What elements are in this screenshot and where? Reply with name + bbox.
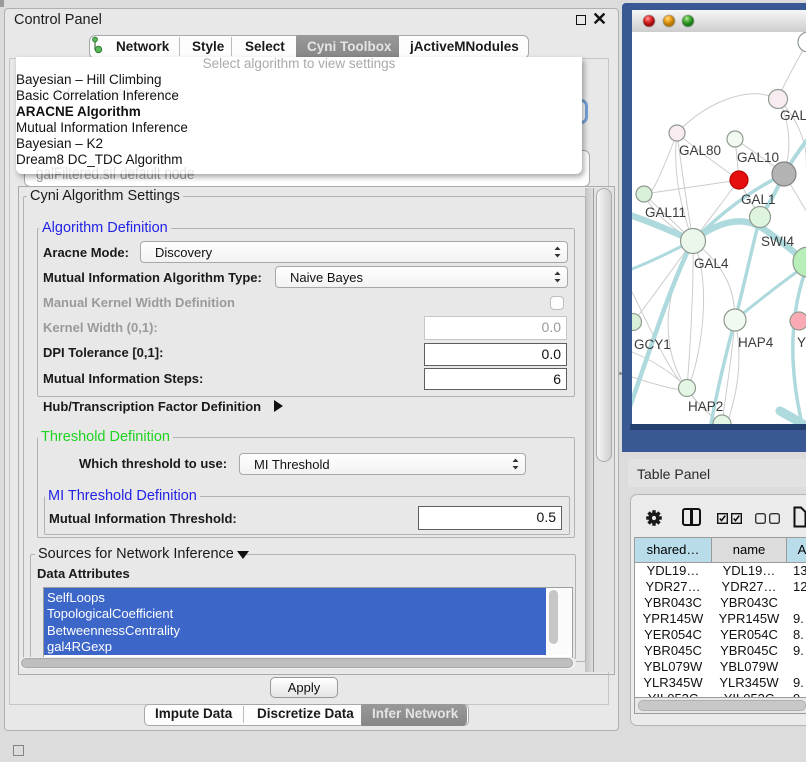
svg-text:GAL80: GAL80 <box>679 143 721 158</box>
svg-text:GAL11: GAL11 <box>645 205 686 220</box>
svg-text:GAL1: GAL1 <box>741 192 776 207</box>
svg-text:HAP4: HAP4 <box>738 335 774 350</box>
svg-text:GAL4: GAL4 <box>694 256 729 271</box>
svg-text:HAP2: HAP2 <box>688 399 723 414</box>
svg-text:YM: YM <box>797 335 806 350</box>
svg-text:GCY1: GCY1 <box>634 337 671 352</box>
svg-text:GAL7: GAL7 <box>780 108 806 123</box>
svg-text:GAL10: GAL10 <box>737 150 779 165</box>
svg-text:SWI4: SWI4 <box>761 234 794 249</box>
